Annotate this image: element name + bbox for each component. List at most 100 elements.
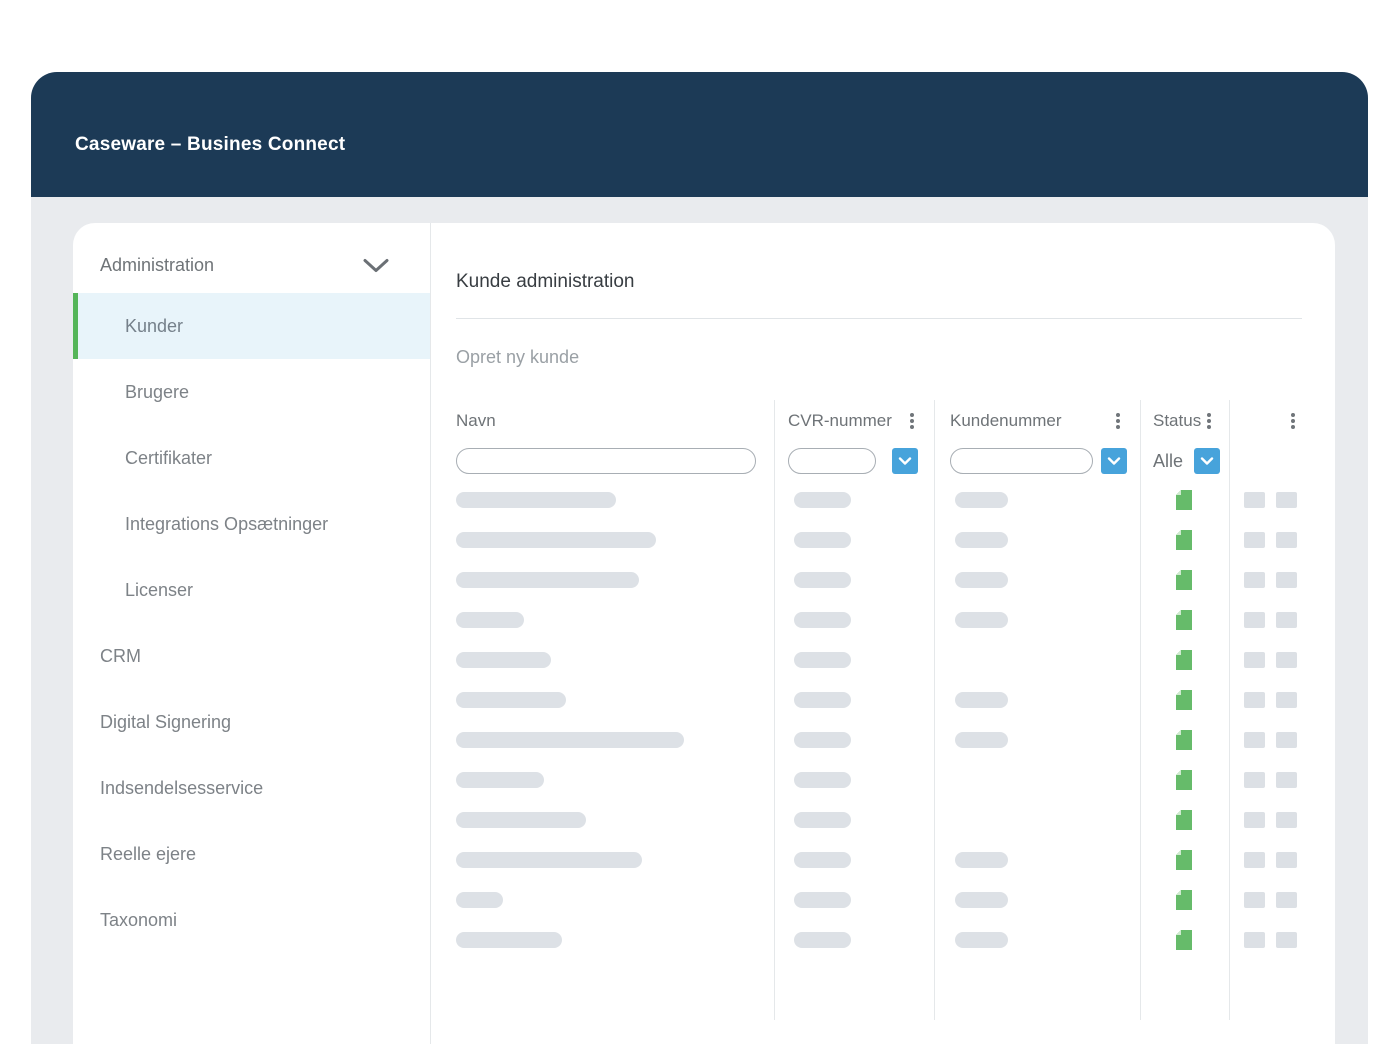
table-row[interactable] [456, 880, 1309, 920]
action-placeholder[interactable] [1244, 652, 1265, 668]
table-row[interactable] [456, 840, 1309, 880]
chevron-down-icon [1107, 454, 1121, 469]
column-label: Navn [456, 411, 496, 431]
table-row[interactable] [456, 920, 1309, 960]
action-placeholder[interactable] [1276, 892, 1297, 908]
kebab-vertical-icon[interactable] [1205, 411, 1213, 431]
sidebar-section-administration[interactable]: Administration [73, 237, 430, 293]
action-placeholder[interactable] [1244, 932, 1265, 948]
sidebar-item-certifikater[interactable]: Certifikater [73, 425, 430, 491]
table-row[interactable] [456, 480, 1309, 520]
action-placeholder[interactable] [1244, 812, 1265, 828]
chevron-down-icon [898, 454, 912, 469]
sidebar-item-reelle-ejere[interactable]: Reelle ejere [73, 821, 430, 887]
table-row[interactable] [456, 560, 1309, 600]
status-filter-dropdown-button[interactable] [1194, 448, 1220, 474]
name-placeholder [456, 932, 562, 948]
action-placeholder[interactable] [1244, 612, 1265, 628]
kebab-vertical-icon[interactable] [908, 411, 916, 431]
cell-kundenummer [934, 840, 1140, 880]
table-row[interactable] [456, 720, 1309, 760]
action-placeholder[interactable] [1244, 852, 1265, 868]
action-placeholder[interactable] [1276, 692, 1297, 708]
create-customer-link[interactable]: Opret ny kunde [456, 347, 1335, 368]
cell-cvr [774, 600, 934, 640]
cell-status [1140, 800, 1229, 840]
cell-navn [456, 600, 774, 640]
sidebar-item-digital-signering[interactable]: Digital Signering [73, 689, 430, 755]
customer-number-placeholder [955, 572, 1008, 588]
chevron-down-icon [1200, 454, 1214, 469]
sidebar-item-brugere[interactable]: Brugere [73, 359, 430, 425]
cell-navn [456, 520, 774, 560]
action-placeholder[interactable] [1244, 492, 1265, 508]
page-title: Kunde administration [456, 271, 1335, 293]
action-placeholder[interactable] [1244, 532, 1265, 548]
action-placeholder[interactable] [1276, 532, 1297, 548]
cell-actions [1229, 800, 1309, 840]
action-placeholder[interactable] [1276, 732, 1297, 748]
cell-kundenummer [934, 680, 1140, 720]
customer-number-placeholder [955, 932, 1008, 948]
action-placeholder[interactable] [1244, 572, 1265, 588]
kundenummer-filter-input[interactable] [950, 448, 1093, 474]
cvr-placeholder [794, 652, 851, 668]
name-placeholder [456, 532, 656, 548]
cvr-filter-dropdown-button[interactable] [892, 448, 918, 474]
table-row[interactable] [456, 800, 1309, 840]
cell-cvr [774, 560, 934, 600]
kebab-vertical-icon[interactable] [1289, 411, 1297, 431]
cell-navn [456, 840, 774, 880]
action-placeholder[interactable] [1244, 692, 1265, 708]
action-placeholder[interactable] [1244, 732, 1265, 748]
sidebar-item-taxonomi[interactable]: Taxonomi [73, 887, 430, 953]
cell-navn [456, 880, 774, 920]
cell-cvr [774, 520, 934, 560]
column-divider [1229, 400, 1230, 1020]
kundenummer-filter-dropdown-button[interactable] [1101, 448, 1127, 474]
name-placeholder [456, 612, 524, 628]
action-placeholder[interactable] [1276, 492, 1297, 508]
cell-navn [456, 480, 774, 520]
cell-status [1140, 600, 1229, 640]
action-placeholder[interactable] [1276, 612, 1297, 628]
action-placeholder[interactable] [1244, 772, 1265, 788]
action-placeholder[interactable] [1276, 772, 1297, 788]
action-placeholder[interactable] [1276, 812, 1297, 828]
cell-kundenummer [934, 720, 1140, 760]
cell-actions [1229, 640, 1309, 680]
table-header-row: Navn CVR-nummer Kundenummer Status [456, 400, 1309, 442]
cell-navn [456, 680, 774, 720]
kebab-vertical-icon[interactable] [1114, 411, 1122, 431]
sidebar-item-integrations-opsætninger[interactable]: Integrations Opsætninger [73, 491, 430, 557]
action-placeholder[interactable] [1244, 892, 1265, 908]
table-row[interactable] [456, 640, 1309, 680]
table-row[interactable] [456, 760, 1309, 800]
sidebar-item-indsendelsesservice[interactable]: Indsendelsesservice [73, 755, 430, 821]
sidebar-item-crm[interactable]: CRM [73, 623, 430, 689]
customer-number-placeholder [955, 692, 1008, 708]
cvr-filter-input[interactable] [788, 448, 876, 474]
action-placeholder[interactable] [1276, 572, 1297, 588]
table-row[interactable] [456, 520, 1309, 560]
cell-status [1140, 640, 1229, 680]
action-placeholder[interactable] [1276, 932, 1297, 948]
table-row[interactable] [456, 600, 1309, 640]
column-divider [934, 400, 935, 1020]
action-placeholder[interactable] [1276, 652, 1297, 668]
customer-number-placeholder [955, 612, 1008, 628]
status-filter-value: Alle [1153, 451, 1183, 472]
column-header-cvr-nummer: CVR-nummer [774, 400, 934, 442]
sidebar-item-label: Integrations Opsætninger [125, 514, 328, 535]
sidebar-item-licenser[interactable]: Licenser [73, 557, 430, 623]
cvr-placeholder [794, 852, 851, 868]
table-row[interactable] [456, 680, 1309, 720]
sidebar-item-kunder[interactable]: Kunder [73, 293, 430, 359]
navn-filter-input[interactable] [456, 448, 756, 474]
app-title: Caseware – Busines Connect [75, 134, 345, 156]
status-document-icon [1176, 690, 1192, 710]
action-placeholder[interactable] [1276, 852, 1297, 868]
sidebar-item-label: Certifikater [125, 448, 212, 469]
filter-cell-navn [456, 442, 774, 480]
name-placeholder [456, 492, 616, 508]
